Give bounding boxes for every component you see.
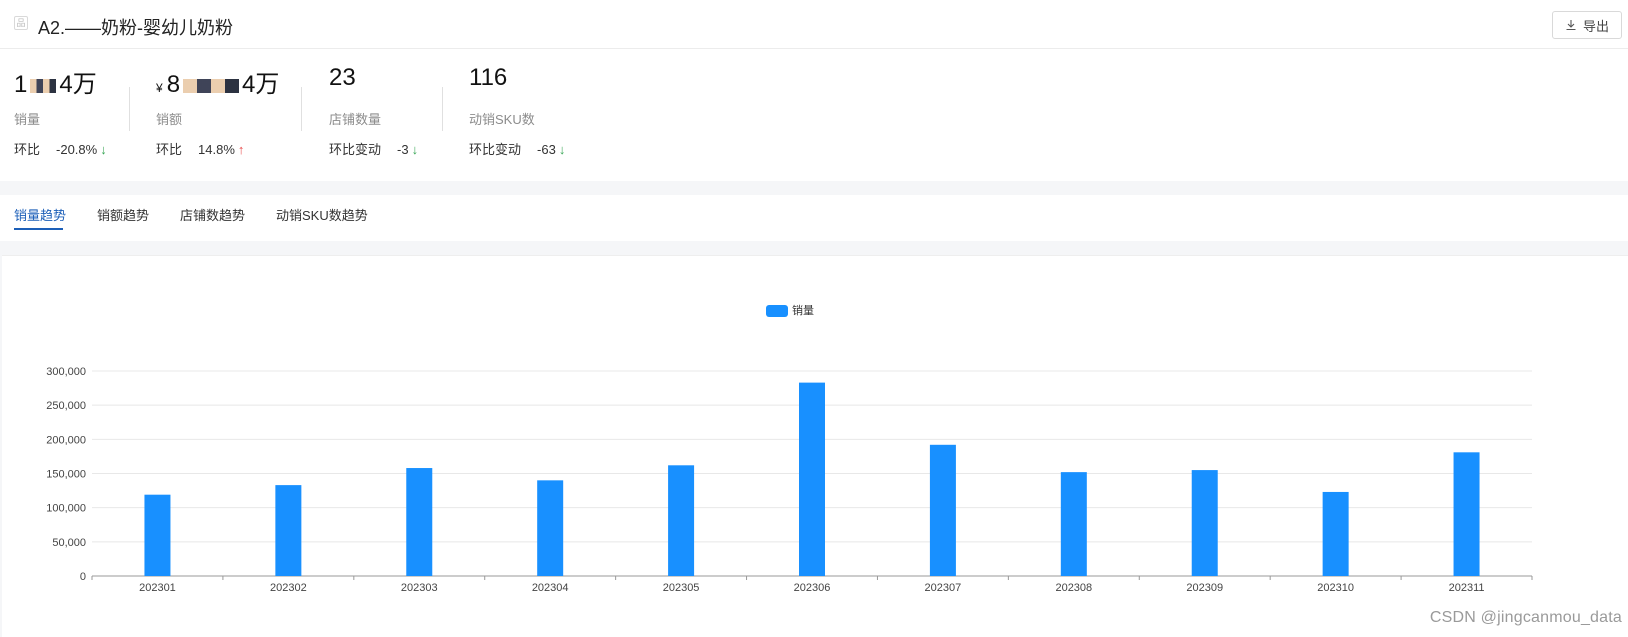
divider bbox=[301, 87, 302, 131]
kpi-value: 116 bbox=[469, 64, 508, 91]
arrow-down-icon: ↓ bbox=[411, 142, 419, 157]
x-tick-label: 202307 bbox=[925, 582, 962, 594]
y-tick-label: 100,000 bbox=[46, 503, 86, 515]
divider bbox=[129, 87, 130, 131]
active-tab-indicator bbox=[14, 228, 63, 230]
page-title: A2.——奶粉-婴幼儿奶粉 bbox=[38, 18, 234, 38]
arrow-down-icon: ↓ bbox=[100, 142, 107, 157]
bar bbox=[929, 444, 956, 576]
y-tick-label: 250,000 bbox=[46, 400, 86, 412]
y-tick-label: 200,000 bbox=[46, 434, 86, 446]
bar bbox=[144, 494, 171, 576]
kpi-value: 23 bbox=[329, 64, 356, 91]
masked-value bbox=[30, 78, 57, 93]
y-tick-label: 300,000 bbox=[46, 366, 86, 378]
legend-label: 销量 bbox=[792, 303, 814, 317]
export-label: 导出 bbox=[1582, 18, 1609, 34]
masked-value bbox=[183, 78, 240, 93]
tab-store-count-trend[interactable]: 店铺数趋势 bbox=[180, 205, 245, 224]
bar bbox=[1060, 472, 1087, 576]
kpi-label: 销额 bbox=[156, 112, 183, 127]
legend-swatch bbox=[766, 305, 788, 317]
x-tick-label: 202305 bbox=[663, 582, 700, 594]
bar bbox=[1322, 491, 1349, 576]
download-icon bbox=[1566, 20, 1576, 31]
kpi-label: 销量 bbox=[14, 112, 41, 127]
x-tick-label: 202308 bbox=[1055, 582, 1092, 594]
bar bbox=[275, 485, 302, 576]
kpi-label: 动销SKU数 bbox=[469, 112, 535, 127]
bar bbox=[668, 465, 695, 576]
kpi-value: ¥8 4万 bbox=[156, 71, 280, 98]
x-tick-label: 202310 bbox=[1317, 582, 1354, 594]
tab-sku-count-trend[interactable]: 动销SKU数趋势 bbox=[276, 205, 368, 224]
legend: 销量 bbox=[766, 303, 814, 317]
y-tick-label: 150,000 bbox=[46, 469, 86, 481]
header: 品 A2.——奶粉-婴幼儿奶粉 导出 bbox=[0, 0, 1628, 49]
arrow-up-icon: ↑ bbox=[237, 142, 245, 157]
report-icon: 品 bbox=[14, 16, 28, 30]
watermark: CSDN @jingcanmou_data bbox=[1429, 609, 1622, 626]
kpi-change: 环比 -20.8% ↓ bbox=[14, 142, 107, 157]
kpi-change: 环比变动 -3 ↓ bbox=[329, 142, 419, 157]
kpi-label: 店铺数量 bbox=[329, 112, 382, 127]
bar bbox=[406, 468, 433, 576]
bar-chart: 销量 0 50,000 100,000 150,000 200,000 250,000 300… bbox=[46, 303, 1533, 594]
bar bbox=[1191, 470, 1218, 576]
bar bbox=[799, 382, 825, 576]
y-tick-label: 50,000 bbox=[52, 537, 86, 549]
bar bbox=[1453, 452, 1480, 576]
x-tick-label: 202303 bbox=[401, 582, 438, 594]
tab-sales-amount-trend[interactable]: 销额趋势 bbox=[97, 205, 149, 224]
x-tick-label: 202309 bbox=[1186, 582, 1223, 594]
tab-sales-volume-trend[interactable]: 销量趋势 bbox=[14, 205, 66, 224]
arrow-down-icon: ↓ bbox=[558, 142, 566, 157]
x-tick-label: 202311 bbox=[1449, 582, 1485, 594]
divider bbox=[442, 87, 443, 131]
x-tick-label: 202302 bbox=[270, 582, 307, 594]
x-tick-label: 202301 bbox=[139, 582, 176, 594]
kpi-change: 环比变动 -63 ↓ bbox=[469, 142, 566, 157]
kpi-value: 1 4万 bbox=[14, 71, 97, 98]
kpi-panel: 1 4万 销量 环比 -20.8% ↓ ¥8 4万 销额 环比 14.8% ↑ 23 店铺数… bbox=[0, 49, 1628, 181]
export-button[interactable]: 导出 bbox=[1552, 11, 1622, 39]
kpi-change: 环比 14.8% ↑ bbox=[156, 142, 245, 157]
bar bbox=[537, 480, 564, 576]
y-tick-label: 0 bbox=[80, 571, 86, 583]
x-tick-label: 202306 bbox=[794, 582, 831, 594]
tab-bar: 销量趋势 销额趋势 店铺数趋势 动销SKU数趋势 bbox=[0, 195, 1628, 241]
chart-panel: 销量 0 50,000 100,000 150,000 200,000 250,000 300… bbox=[2, 255, 1628, 637]
x-tick-label: 202304 bbox=[532, 582, 569, 594]
